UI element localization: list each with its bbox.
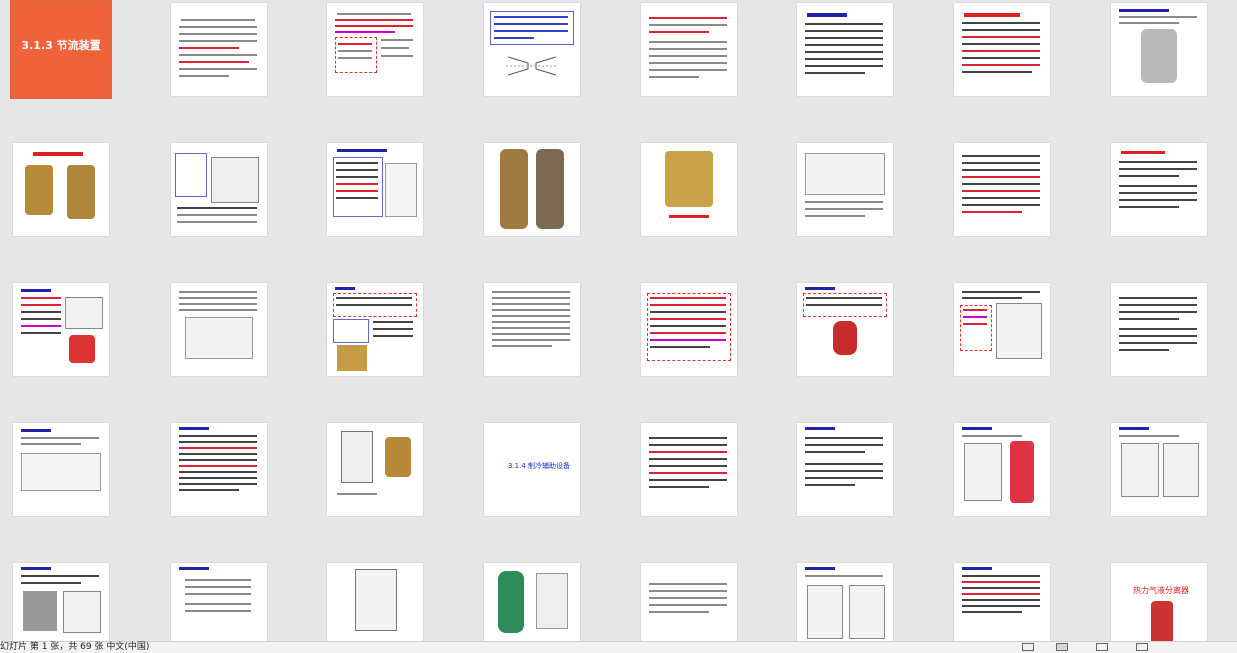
slide-thumbnail-39[interactable] xyxy=(954,563,1050,641)
separator-photo xyxy=(1010,441,1034,503)
separator-photo xyxy=(1151,601,1173,641)
slide-thumbnail-12[interactable] xyxy=(484,143,580,236)
slide-thumbnail-29[interactable] xyxy=(641,423,737,516)
slide-title: 3.1.4 制冷辅助设备 xyxy=(508,462,571,470)
photo xyxy=(23,591,57,631)
valve-photo xyxy=(536,149,564,229)
diagram xyxy=(185,317,253,359)
slide-thumbnail-33[interactable] xyxy=(13,563,109,641)
slide-thumbnail-13[interactable] xyxy=(641,143,737,236)
slide-thumbnail-3[interactable] xyxy=(327,3,423,96)
slide-thumbnail-32[interactable] xyxy=(1111,423,1207,516)
valve-photo xyxy=(337,345,367,371)
valve-photo xyxy=(665,151,713,207)
slide-thumbnail-24[interactable] xyxy=(1111,283,1207,376)
valve-photo xyxy=(67,165,95,219)
orifice-diagram xyxy=(506,56,558,76)
slide-thumbnail-30[interactable] xyxy=(797,423,893,516)
slide-thumbnail-25[interactable] xyxy=(13,423,109,516)
slide-thumbnail-11[interactable] xyxy=(327,143,423,236)
slide-thumbnail-40[interactable]: 热力气液分离器 xyxy=(1111,563,1207,641)
valve-photo xyxy=(69,335,95,363)
diagram xyxy=(964,443,1002,501)
slide-thumbnail-38[interactable] xyxy=(797,563,893,641)
normal-view-icon[interactable] xyxy=(1022,643,1034,651)
valve-photo xyxy=(833,321,857,355)
diagram xyxy=(1121,443,1159,497)
slide-thumbnail-8[interactable] xyxy=(1111,3,1207,96)
slide-thumbnail-26[interactable] xyxy=(171,423,267,516)
diagram xyxy=(65,297,103,329)
slide-thumbnail-23[interactable] xyxy=(954,283,1050,376)
slide-thumbnail-6[interactable] xyxy=(797,3,893,96)
diagram xyxy=(385,163,417,217)
slide-count-label: 幻灯片 第 1 张，共 69 张 中文(中国) xyxy=(0,642,150,652)
slide-sorter-view-icon[interactable] xyxy=(1056,643,1068,651)
slide-thumbnail-1[interactable]: 3.1.3 节流装置 xyxy=(10,0,112,99)
reading-view-icon[interactable] xyxy=(1096,643,1108,651)
status-bar: 幻灯片 第 1 张，共 69 张 中文(中国) xyxy=(0,641,1237,653)
diagram xyxy=(341,431,373,483)
diagram xyxy=(1163,443,1199,497)
slide-thumbnail-4[interactable] xyxy=(484,3,580,96)
diagram xyxy=(996,303,1042,359)
slide-thumbnail-15[interactable] xyxy=(954,143,1050,236)
slideshow-icon[interactable] xyxy=(1136,643,1148,651)
slide-thumbnail-17[interactable] xyxy=(13,283,109,376)
separator-photo xyxy=(498,571,524,633)
diagram xyxy=(807,585,843,639)
diagram xyxy=(849,585,885,639)
slide-thumbnail-27[interactable] xyxy=(327,423,423,516)
valve-image xyxy=(1141,29,1177,83)
slide-thumbnail-9[interactable] xyxy=(13,143,109,236)
slide-thumbnail-31[interactable] xyxy=(954,423,1050,516)
slide-title: 3.1.3 节流装置 xyxy=(21,39,101,52)
slide-thumbnail-28[interactable]: 3.1.4 制冷辅助设备 xyxy=(484,423,580,516)
diagram xyxy=(805,153,885,195)
valve-photo xyxy=(385,437,411,477)
diagram xyxy=(536,573,568,629)
diagram xyxy=(211,157,259,203)
slide-thumbnail-21[interactable] xyxy=(641,283,737,376)
slide-title: 热力气液分离器 xyxy=(1133,586,1189,595)
slide-thumbnail-35[interactable] xyxy=(327,563,423,641)
slide-thumbnail-18[interactable] xyxy=(171,283,267,376)
valve-photo xyxy=(25,165,53,215)
slide-thumbnail-19[interactable] xyxy=(327,283,423,376)
slide-thumbnail-36[interactable] xyxy=(484,563,580,641)
slide-thumbnail-20[interactable] xyxy=(484,283,580,376)
slide-thumbnail-16[interactable] xyxy=(1111,143,1207,236)
valve-photo xyxy=(500,149,528,229)
diagram xyxy=(21,453,101,491)
slide-background: 3.1.3 节流装置 xyxy=(13,3,109,96)
slide-thumbnail-7[interactable] xyxy=(954,3,1050,96)
slide-thumbnail-5[interactable] xyxy=(641,3,737,96)
slide-thumbnail-22[interactable] xyxy=(797,283,893,376)
slide-thumbnail-14[interactable] xyxy=(797,143,893,236)
slide-thumbnail-34[interactable] xyxy=(171,563,267,641)
slide-sorter-grid: 3.1.3 节流装置 3.1.4 制冷辅助设备 热力气液分离器 xyxy=(0,0,1237,641)
diagram xyxy=(63,591,101,633)
diagram xyxy=(355,569,397,631)
slide-thumbnail-37[interactable] xyxy=(641,563,737,641)
slide-thumbnail-2[interactable] xyxy=(171,3,267,96)
slide-thumbnail-10[interactable] xyxy=(171,143,267,236)
